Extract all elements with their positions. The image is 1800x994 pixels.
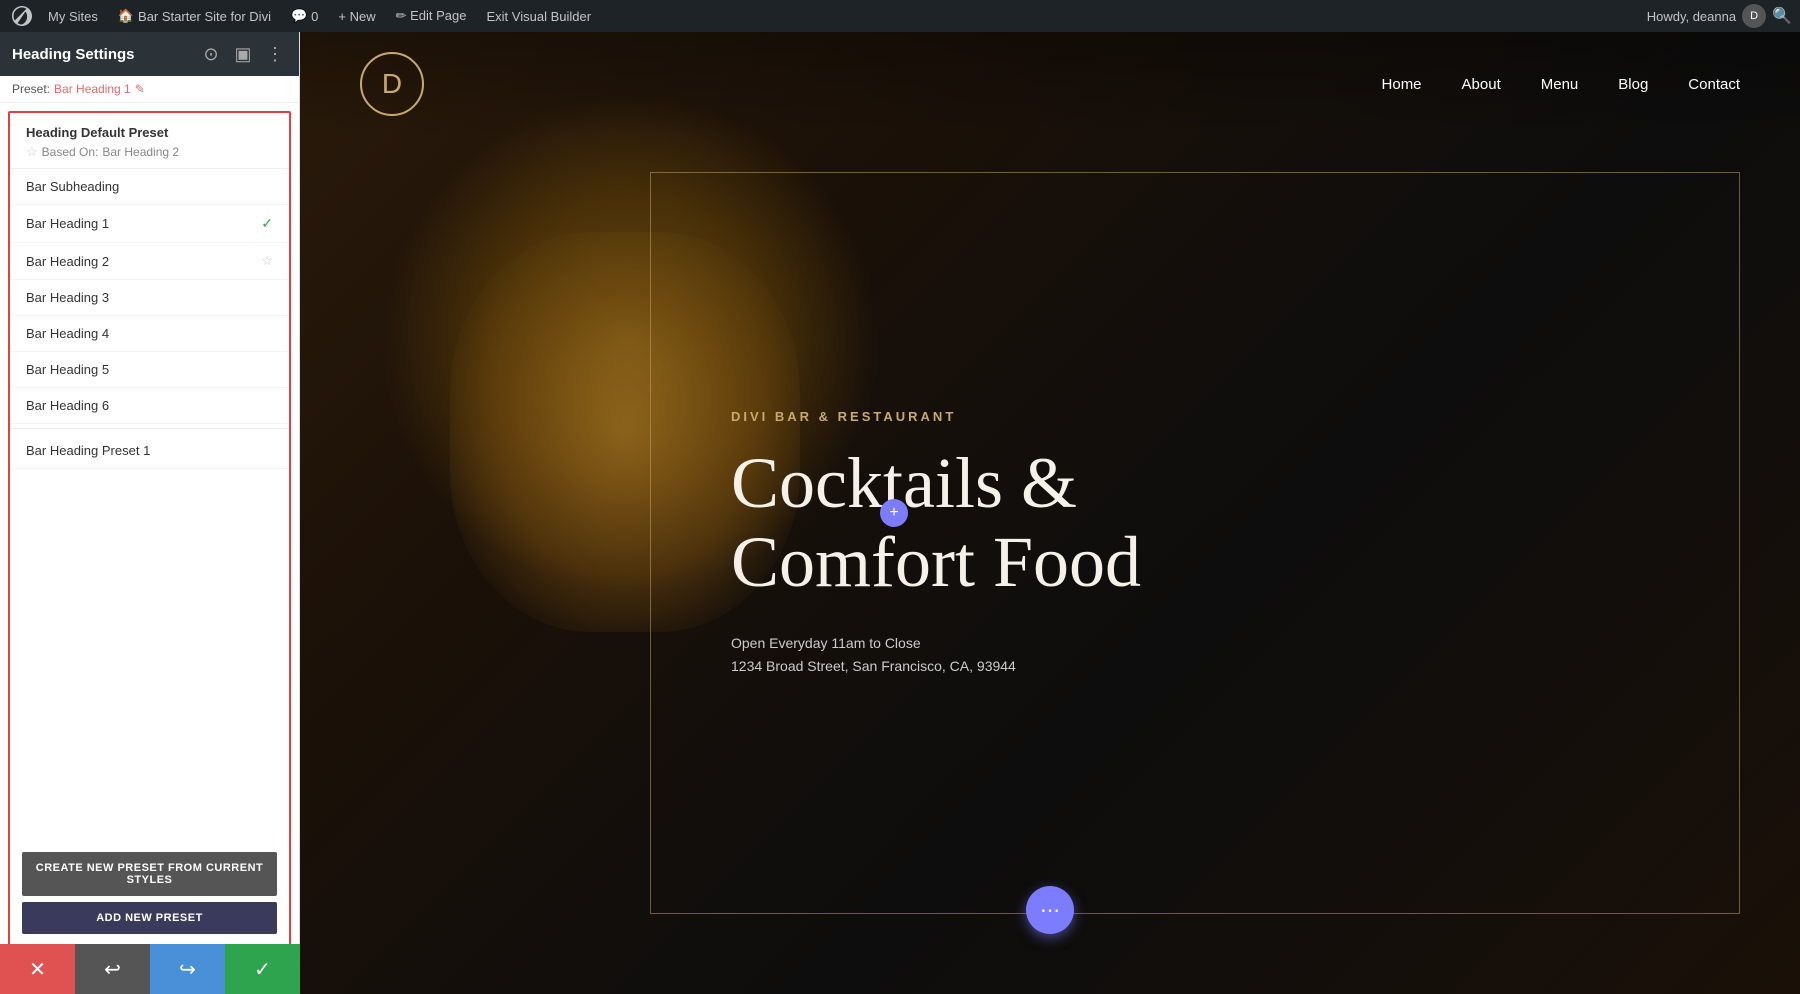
star-icon: ☆ (26, 144, 38, 160)
based-on: ☆ Based On: Bar Heading 2 (26, 144, 273, 160)
panel-title: Heading Settings (12, 46, 135, 63)
site-header: D Home About Menu Blog Contact (300, 32, 1800, 136)
circle-icon[interactable]: ⊙ (199, 42, 223, 66)
comments-icon: 💬 (291, 8, 307, 24)
based-on-label: Based On: (42, 145, 99, 159)
page-preview: D Home About Menu Blog Contact DIVI BAR … (300, 32, 1800, 994)
exit-label: Exit Visual Builder (487, 9, 592, 24)
bottom-toolbar: ✕ ↩ ↪ ✓ (0, 944, 300, 994)
my-sites-menu[interactable]: My Sites (40, 0, 106, 32)
edit-page-btn[interactable]: ✏ Edit Page (388, 0, 475, 32)
search-icon[interactable]: 🔍 (1772, 6, 1792, 26)
preset-item-label: Bar Heading 3 (26, 290, 109, 305)
nav-item-home[interactable]: Home (1382, 76, 1422, 93)
list-item[interactable]: Bar Heading 3 (10, 280, 289, 316)
comments-menu[interactable]: 💬 0 (283, 0, 326, 32)
star-icon: ☆ (261, 253, 273, 269)
divider (10, 428, 289, 429)
preset-edit-icon[interactable]: ✎ (135, 82, 145, 96)
preset-item-label: Bar Heading 2 (26, 254, 109, 269)
preset-list-container: Heading Default Preset ☆ Based On: Bar H… (8, 111, 291, 986)
save-button[interactable]: ✓ (225, 944, 300, 994)
undo-button[interactable]: ↩ (75, 944, 150, 994)
nav-item-about[interactable]: About (1462, 76, 1501, 93)
hero-desc-line1: Open Everyday 11am to Close (731, 632, 1659, 654)
site-name-menu[interactable]: 🏠 Bar Starter Site for Divi (110, 0, 279, 32)
hero-background: D Home About Menu Blog Contact DIVI BAR … (300, 32, 1800, 994)
based-on-value: Bar Heading 2 (102, 145, 179, 159)
comments-count: 0 (311, 9, 318, 24)
add-preset-button[interactable]: ADD NEW PRESET (22, 902, 277, 934)
site-nav: Home About Menu Blog Contact (1382, 76, 1740, 93)
list-item[interactable]: Bar Heading Preset 1 (10, 433, 289, 469)
my-sites-label: My Sites (48, 9, 98, 24)
preset-item-label: Bar Heading 4 (26, 326, 109, 341)
site-name-label: Bar Starter Site for Divi (138, 9, 271, 24)
nav-item-contact[interactable]: Contact (1688, 76, 1740, 93)
buttons-section: CREATE NEW PRESET FROM CURRENT STYLES AD… (10, 842, 289, 944)
hero-title-line2: Comfort Food (731, 522, 1141, 602)
preset-item-label: Bar Subheading (26, 179, 119, 194)
preset-item-label: Bar Heading 5 (26, 362, 109, 377)
check-icon: ✓ (261, 215, 273, 232)
fab-button[interactable]: ⋯ (1026, 886, 1074, 934)
preset-item-label: Bar Heading 1 (26, 216, 109, 231)
list-item[interactable]: Bar Heading 4 (10, 316, 289, 352)
redo-button[interactable]: ↪ (150, 944, 225, 994)
more-options-icon[interactable]: ⋮ (263, 42, 287, 66)
default-preset-title: Heading Default Preset (26, 125, 273, 140)
preset-item-label: Bar Heading 6 (26, 398, 109, 413)
left-panel: Heading Settings ⊙ ▣ ⋮ Preset: Bar Headi… (0, 32, 300, 994)
add-module-button[interactable]: + (880, 499, 908, 527)
hero-title: Cocktails & Comfort Food (731, 444, 1659, 602)
hero-content-box: DIVI BAR & RESTAURANT Cocktails & Comfor… (650, 172, 1740, 914)
list-item[interactable]: Bar Heading 2 ☆ (10, 243, 289, 280)
admin-bar: My Sites 🏠 Bar Starter Site for Divi 💬 0… (0, 0, 1800, 32)
hero-desc-line2: 1234 Broad Street, San Francisco, CA, 93… (731, 655, 1659, 677)
wp-logo[interactable] (8, 2, 36, 30)
create-preset-button[interactable]: CREATE NEW PRESET FROM CURRENT STYLES (22, 852, 277, 896)
preset-list: Bar Subheading Bar Heading 1 ✓ Bar Headi… (10, 169, 289, 842)
howdy-section: Howdy, deanna D 🔍 (1647, 4, 1792, 28)
list-item[interactable]: Bar Heading 1 ✓ (10, 205, 289, 243)
preset-bar: Preset: Bar Heading 1 ✎ (0, 76, 299, 103)
hero-subtitle: DIVI BAR & RESTAURANT (731, 409, 1659, 424)
preset-label: Preset: (12, 82, 50, 96)
list-item[interactable]: Bar Heading 6 (10, 388, 289, 424)
default-preset-section: Heading Default Preset ☆ Based On: Bar H… (10, 113, 289, 169)
edit-page-label: ✏ Edit Page (396, 8, 467, 24)
site-logo: D (360, 52, 424, 116)
nav-item-blog[interactable]: Blog (1618, 76, 1648, 93)
list-item[interactable]: Bar Heading 5 (10, 352, 289, 388)
exit-visual-builder-btn[interactable]: Exit Visual Builder (479, 0, 600, 32)
preset-name[interactable]: Bar Heading 1 (54, 82, 131, 96)
logo-letter: D (382, 68, 402, 100)
cancel-button[interactable]: ✕ (0, 944, 75, 994)
main-layout: Heading Settings ⊙ ▣ ⋮ Preset: Bar Headi… (0, 32, 1800, 994)
new-menu[interactable]: + New (330, 0, 383, 32)
avatar[interactable]: D (1742, 4, 1766, 28)
nav-item-menu[interactable]: Menu (1541, 76, 1579, 93)
new-label: + New (338, 9, 375, 24)
layout-icon[interactable]: ▣ (231, 42, 255, 66)
howdy-text: Howdy, deanna (1647, 9, 1736, 24)
preset-item-label: Bar Heading Preset 1 (26, 443, 150, 458)
hero-description: Open Everyday 11am to Close 1234 Broad S… (731, 632, 1659, 677)
panel-header-icons: ⊙ ▣ ⋮ (199, 42, 287, 66)
panel-header: Heading Settings ⊙ ▣ ⋮ (0, 32, 299, 76)
list-item[interactable]: Bar Subheading (10, 169, 289, 205)
